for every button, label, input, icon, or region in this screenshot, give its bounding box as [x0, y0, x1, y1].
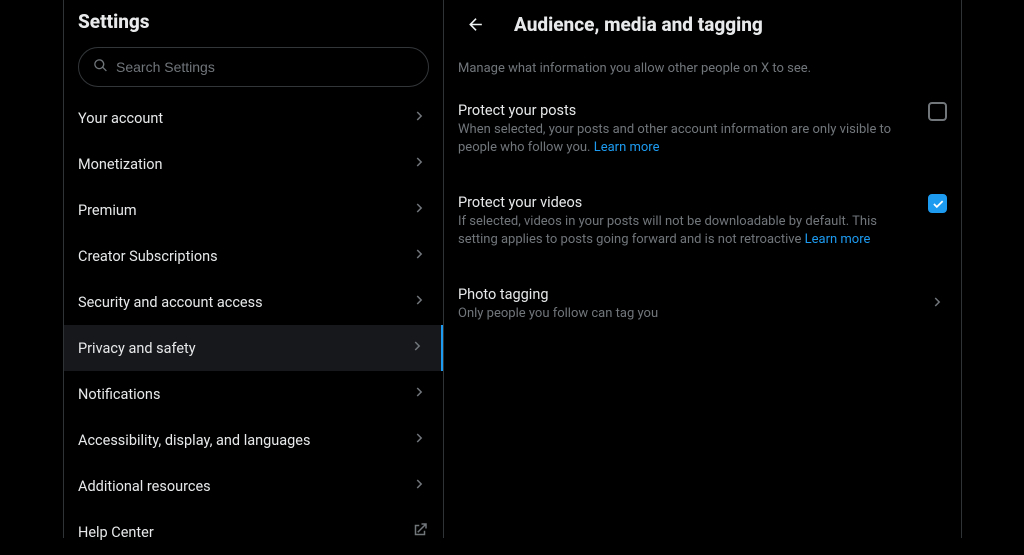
nav-item-label: Additional resources — [78, 478, 211, 495]
search-wrap — [64, 47, 443, 93]
gutter-left — [0, 0, 64, 538]
chevron-right-icon — [411, 107, 429, 129]
chevron-right-icon — [411, 291, 429, 313]
setting-protect-posts-control — [928, 102, 947, 121]
gap — [444, 258, 961, 276]
setting-protect-posts-desc: When selected, your posts and other acco… — [458, 121, 947, 156]
external-link-icon — [411, 521, 429, 543]
settings-header: Settings — [64, 0, 443, 47]
chevron-right-icon — [411, 245, 429, 267]
chevron-right-icon — [929, 293, 947, 315]
detail-subhead: Manage what information you allow other … — [444, 49, 961, 92]
nav-item-creator-subscriptions[interactable]: Creator Subscriptions — [64, 233, 443, 279]
search-icon — [93, 58, 108, 77]
setting-photo-tagging-desc: Only people you follow can tag you — [458, 305, 947, 323]
nav-item-label: Security and account access — [78, 294, 263, 311]
setting-protect-posts-title: Protect your posts — [458, 102, 947, 119]
search-box[interactable] — [78, 47, 429, 87]
settings-nav-list: Your account Monetization Premium Creator S… — [64, 95, 443, 555]
learn-more-link[interactable]: Learn more — [594, 140, 660, 155]
back-button[interactable] — [458, 7, 492, 41]
setting-protect-posts-desc-text: When selected, your posts and other acco… — [458, 122, 891, 155]
nav-item-help-center[interactable]: Help Center — [64, 509, 443, 555]
nav-item-label: Premium — [78, 202, 137, 219]
protect-posts-checkbox[interactable] — [928, 102, 947, 121]
nav-item-privacy-and-safety[interactable]: Privacy and safety — [64, 325, 443, 371]
nav-item-security-and-account-access[interactable]: Security and account access — [64, 279, 443, 325]
setting-protect-videos-control — [928, 194, 947, 213]
learn-more-link[interactable]: Learn more — [805, 232, 871, 247]
chevron-right-icon — [411, 383, 429, 405]
protect-videos-checkbox[interactable] — [928, 194, 947, 213]
nav-item-label: Notifications — [78, 386, 160, 403]
gap — [444, 166, 961, 184]
setting-protect-videos-title: Protect your videos — [458, 194, 947, 211]
chevron-right-icon — [411, 153, 429, 175]
setting-protect-posts: Protect your posts When selected, your p… — [444, 92, 961, 166]
nav-item-additional-resources[interactable]: Additional resources — [64, 463, 443, 509]
settings-nav-panel: Settings Your account Monetization Premium… — [64, 0, 444, 538]
chevron-right-icon — [409, 337, 427, 359]
nav-item-label: Monetization — [78, 156, 163, 173]
setting-photo-tagging-title: Photo tagging — [458, 286, 947, 303]
nav-item-label: Your account — [78, 110, 163, 127]
search-input[interactable] — [116, 59, 414, 75]
nav-item-premium[interactable]: Premium — [64, 187, 443, 233]
nav-item-label: Privacy and safety — [78, 340, 196, 357]
chevron-right-icon — [411, 475, 429, 497]
gutter-right — [962, 0, 1024, 538]
detail-header: Audience, media and tagging — [444, 0, 961, 49]
chevron-right-icon — [411, 429, 429, 451]
nav-item-notifications[interactable]: Notifications — [64, 371, 443, 417]
setting-protect-videos: Protect your videos If selected, videos … — [444, 184, 961, 258]
nav-item-your-account[interactable]: Your account — [64, 95, 443, 141]
nav-item-label: Accessibility, display, and languages — [78, 432, 310, 449]
nav-item-label: Creator Subscriptions — [78, 248, 218, 265]
detail-title: Audience, media and tagging — [514, 13, 763, 36]
detail-panel: Audience, media and tagging Manage what … — [444, 0, 962, 538]
nav-item-monetization[interactable]: Monetization — [64, 141, 443, 187]
settings-title: Settings — [78, 10, 429, 33]
nav-item-accessibility-display-and-languages[interactable]: Accessibility, display, and languages — [64, 417, 443, 463]
setting-protect-videos-desc: If selected, videos in your posts will n… — [458, 213, 947, 248]
chevron-right-icon — [411, 199, 429, 221]
setting-photo-tagging[interactable]: Photo tagging Only people you follow can… — [444, 276, 961, 333]
